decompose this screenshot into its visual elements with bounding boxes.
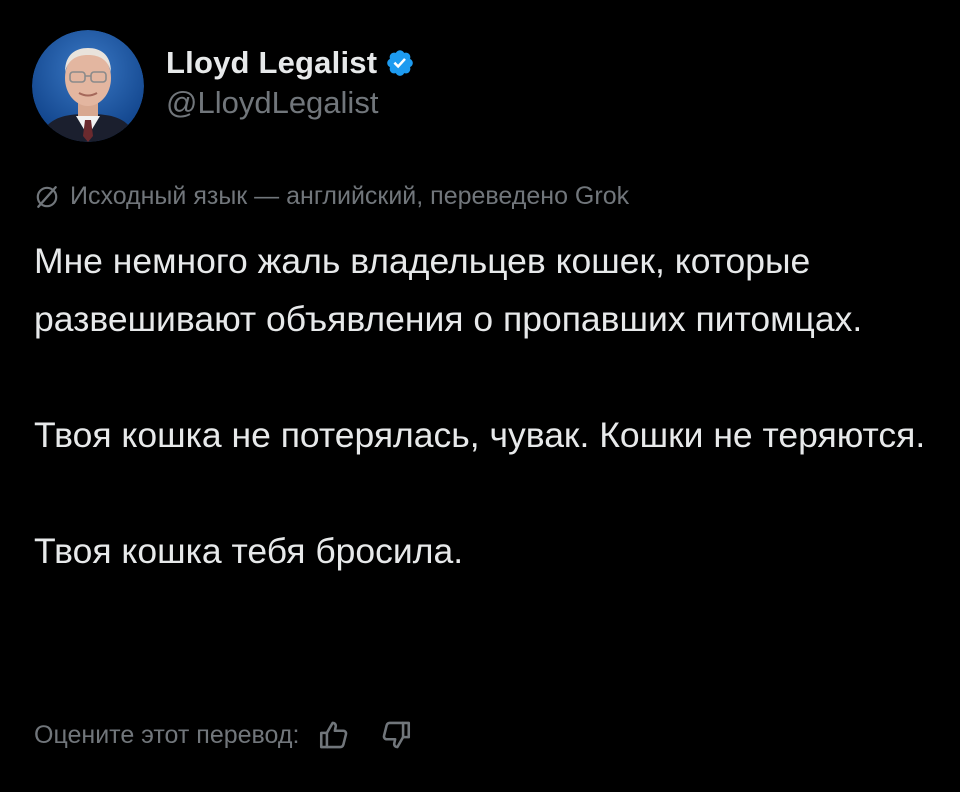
- tweet-text: Мне немного жаль владельцев кошек, котор…: [34, 232, 934, 580]
- tweet-header: Lloyd Legalist @LloydLegalist: [32, 30, 415, 142]
- tweet-paragraph: Твоя кошка не потерялась, чувак. Кошки н…: [34, 415, 926, 455]
- avatar[interactable]: [32, 30, 144, 142]
- author-display-name[interactable]: Lloyd Legalist: [166, 45, 377, 81]
- thumbs-down-icon[interactable]: [379, 718, 413, 752]
- grok-icon: [36, 185, 58, 208]
- author-block: Lloyd Legalist @LloydLegalist: [166, 43, 415, 121]
- thumbs-up-icon[interactable]: [317, 718, 351, 752]
- translation-note-text: Исходный язык — английский, переведено G…: [70, 182, 630, 210]
- rate-translation-label: Оцените этот перевод:: [34, 720, 300, 749]
- rate-translation-row: Оцените этот перевод:: [34, 718, 413, 752]
- verified-badge-icon: [387, 50, 414, 76]
- translation-note[interactable]: Исходный язык — английский, переведено G…: [34, 182, 629, 211]
- tweet-paragraph: Мне немного жаль владельцев кошек, котор…: [34, 241, 863, 339]
- author-handle[interactable]: @LloydLegalist: [166, 85, 415, 121]
- name-row: Lloyd Legalist: [166, 43, 415, 83]
- tweet-paragraph: Твоя кошка тебя бросила.: [34, 531, 464, 571]
- tweet: Lloyd Legalist @LloydLegalist Исходный я…: [0, 0, 960, 792]
